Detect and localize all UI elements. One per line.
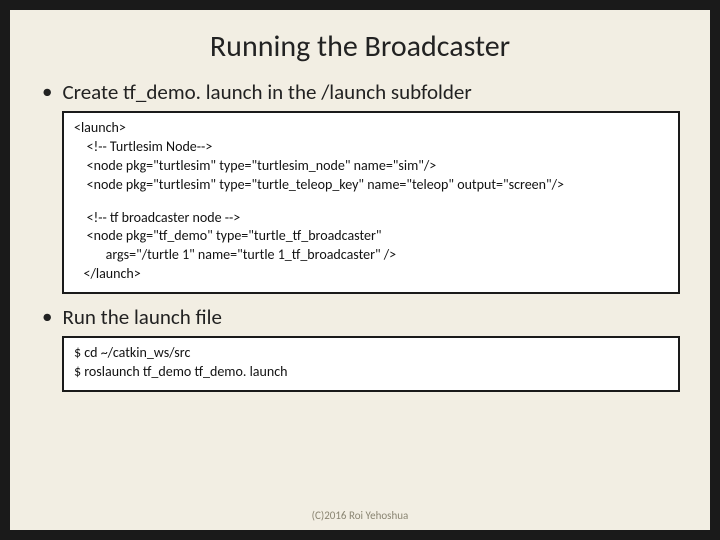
code-box-launch-file: <launch> <!-- Turtlesim Node--> <node pk… [62, 111, 680, 294]
bullet-run-launch: • Run the launch file [40, 304, 680, 330]
code-line: <!-- tf broadcaster node --> [74, 209, 240, 226]
code-line: $ cd ~/catkin_ws/src [74, 344, 190, 361]
bullet-text: Create tf_demo. launch in the /launch su… [62, 79, 471, 105]
code-line: <node pkg="turtlesim" type="turtle_teleo… [74, 176, 564, 193]
code-line: args="/turtle 1" name="turtle 1_tf_broad… [74, 246, 396, 263]
slide-title: Running the Broadcaster [40, 28, 680, 65]
code-line: </launch> [74, 265, 141, 282]
bullet-dot-icon: • [42, 79, 52, 104]
code-line: <!-- Turtlesim Node--> [74, 138, 212, 155]
bullet-text: Run the launch file [62, 304, 221, 330]
code-line: <launch> [74, 119, 126, 136]
bullet-create-launch: • Create tf_demo. launch in the /launch … [40, 79, 680, 105]
code-line: <node pkg="tf_demo" type="turtle_tf_broa… [74, 227, 382, 244]
code-line: <node pkg="turtlesim" type="turtlesim_no… [74, 157, 436, 174]
code-line: $ roslaunch tf_demo tf_demo. launch [74, 363, 287, 380]
slide: Running the Broadcaster • Create tf_demo… [10, 10, 710, 530]
footer-copyright: (C)2016 Roi Yehoshua [10, 509, 710, 522]
bullet-dot-icon: • [42, 304, 52, 329]
code-box-commands: $ cd ~/catkin_ws/src $ roslaunch tf_demo… [62, 336, 680, 392]
